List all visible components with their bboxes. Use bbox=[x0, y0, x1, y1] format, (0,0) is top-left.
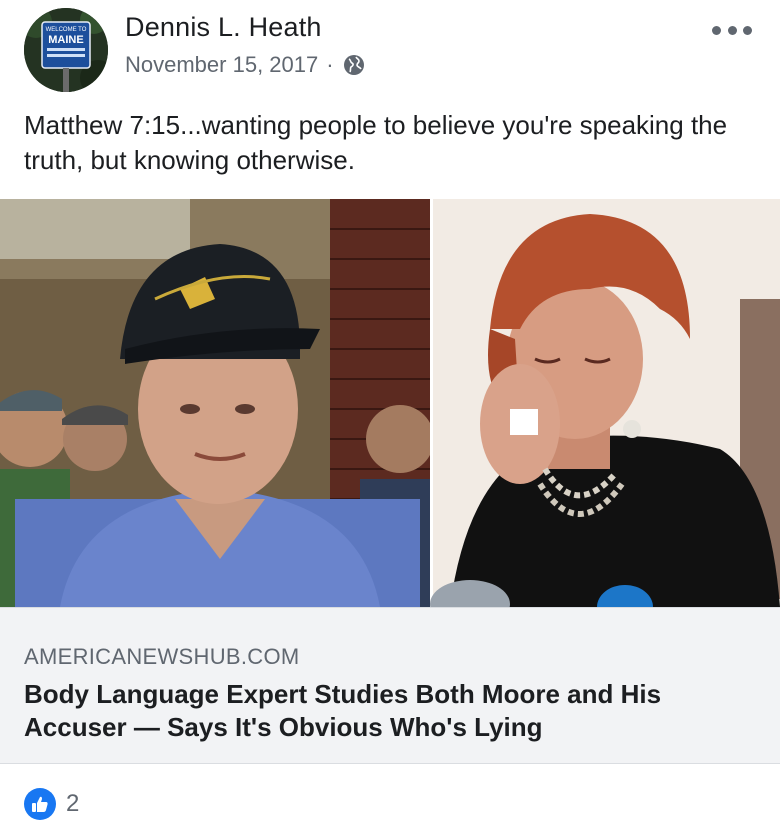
link-headline[interactable]: Body Language Expert Studies Both Moore … bbox=[24, 678, 754, 744]
avatar-sign-line1: WELCOME TO bbox=[46, 27, 87, 33]
meta-separator: · bbox=[326, 52, 334, 77]
thumbs-up-icon bbox=[24, 788, 56, 820]
facebook-post: WELCOME TO MAINE Dennis L. Heath Novembe… bbox=[0, 0, 780, 835]
more-options-icon[interactable] bbox=[712, 22, 752, 38]
link-card-image[interactable] bbox=[0, 199, 780, 607]
post-text: Matthew 7:15...wanting people to believe… bbox=[24, 110, 728, 175]
right-photo bbox=[430, 199, 780, 607]
reactions-bar[interactable]: 2 bbox=[24, 788, 79, 820]
link-card[interactable]: AMERICANEWSHUB.COM Body Language Expert … bbox=[0, 607, 780, 764]
reaction-count[interactable]: 2 bbox=[66, 790, 79, 818]
left-photo bbox=[0, 199, 434, 607]
author-name[interactable]: Dennis L. Heath bbox=[125, 12, 322, 43]
maine-sign-image: WELCOME TO MAINE bbox=[24, 8, 108, 92]
avatar-sign-line2: MAINE bbox=[48, 34, 83, 46]
author-avatar[interactable]: WELCOME TO MAINE bbox=[24, 8, 108, 92]
post-date[interactable]: November 15, 2017 bbox=[125, 52, 318, 78]
post-meta: November 15, 2017 · bbox=[125, 52, 366, 78]
link-domain: AMERICANEWSHUB.COM bbox=[24, 644, 300, 669]
globe-icon[interactable] bbox=[342, 53, 366, 77]
